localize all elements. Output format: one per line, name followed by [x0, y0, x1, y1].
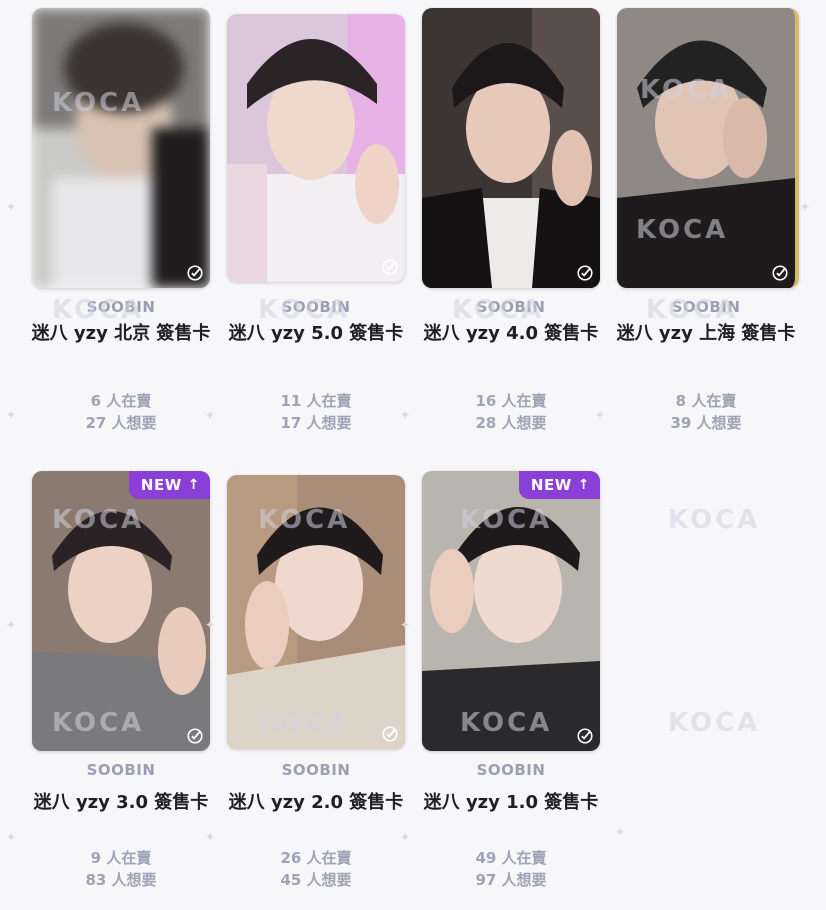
watermark: KOCA — [52, 505, 145, 535]
arrow-up-icon: ↑ — [577, 477, 590, 493]
photocard-image[interactable] — [32, 8, 210, 288]
sparkle-decoration: ✦ — [400, 618, 411, 632]
wanting-count: 45 人想要 — [280, 871, 352, 889]
watermark: KOCA — [460, 708, 553, 738]
check-icon — [187, 728, 203, 744]
sparkle-decoration: ✦ — [6, 408, 17, 422]
photocard-image[interactable] — [422, 8, 600, 288]
photocard-image[interactable] — [617, 8, 799, 288]
selling-count: 16 人在賣 — [475, 392, 547, 410]
selling-count: 11 人在賣 — [280, 392, 352, 410]
sparkle-decoration: ✦ — [400, 408, 411, 422]
sparkle-decoration: ✦ — [6, 200, 17, 214]
arrow-up-icon: ↑ — [187, 477, 200, 493]
selling-count: 8 人在賣 — [675, 392, 737, 410]
check-icon — [187, 265, 203, 281]
watermark: KOCA — [646, 295, 739, 325]
wanting-count: 83 人想要 — [85, 871, 157, 889]
sparkle-decoration: ✦ — [400, 830, 411, 844]
watermark: KOCA — [258, 295, 351, 325]
new-badge-label: NEW — [530, 476, 572, 494]
watermark: KOCA — [52, 88, 145, 118]
wanting-count: 39 人想要 — [670, 414, 742, 432]
card-title[interactable]: 迷八 yzy 1.0 簽售卡 — [414, 789, 608, 816]
card-title[interactable]: 迷八 yzy 3.0 簽售卡 — [24, 789, 218, 816]
check-icon — [577, 265, 593, 281]
sparkle-decoration: ✦ — [615, 825, 626, 839]
new-badge-label: NEW — [140, 476, 182, 494]
photocard-image[interactable] — [227, 14, 405, 282]
member-name: SOOBIN — [86, 761, 156, 779]
sparkle-decoration: ✦ — [205, 830, 216, 844]
watermark: KOCA — [258, 505, 351, 535]
wanting-count: 27 人想要 — [85, 414, 157, 432]
sparkle-decoration: ✦ — [800, 200, 811, 214]
selling-count: 49 人在賣 — [475, 849, 547, 867]
watermark: KOCA — [452, 295, 545, 325]
selling-count: 26 人在賣 — [280, 849, 352, 867]
selling-count: 6 人在賣 — [90, 392, 152, 410]
watermark: KOCA — [460, 505, 553, 535]
member-name: SOOBIN — [476, 761, 546, 779]
watermark: KOCA — [668, 505, 761, 535]
new-badge: NEW ↑ — [518, 471, 600, 499]
watermark: KOCA — [668, 708, 761, 738]
wanting-count: 97 人想要 — [475, 871, 547, 889]
member-name: SOOBIN — [281, 761, 351, 779]
new-badge: NEW ↑ — [128, 471, 210, 499]
card-title[interactable]: 迷八 yzy 2.0 簽售卡 — [219, 789, 413, 816]
watermark: KOCA — [636, 215, 729, 245]
check-icon — [772, 265, 788, 281]
sparkle-decoration: ✦ — [205, 408, 216, 422]
selling-count: 9 人在賣 — [90, 849, 152, 867]
watermark: KOCA — [52, 708, 145, 738]
watermark: KOCA — [258, 708, 351, 738]
wanting-count: 17 人想要 — [280, 414, 352, 432]
wanting-count: 28 人想要 — [475, 414, 547, 432]
photocard-grid: SOOBIN 迷八 yzy 北京 簽售卡 6 人在賣 27 人想要 SOOBIN… — [0, 0, 826, 910]
sparkle-decoration: ✦ — [6, 830, 17, 844]
sparkle-decoration: ✦ — [595, 408, 606, 422]
check-icon — [382, 259, 398, 275]
check-icon — [577, 728, 593, 744]
watermark: KOCA — [52, 295, 145, 325]
check-icon — [382, 726, 398, 742]
sparkle-decoration: ✦ — [6, 618, 17, 632]
sparkle-decoration: ✦ — [205, 618, 216, 632]
watermark: KOCA — [640, 75, 733, 105]
